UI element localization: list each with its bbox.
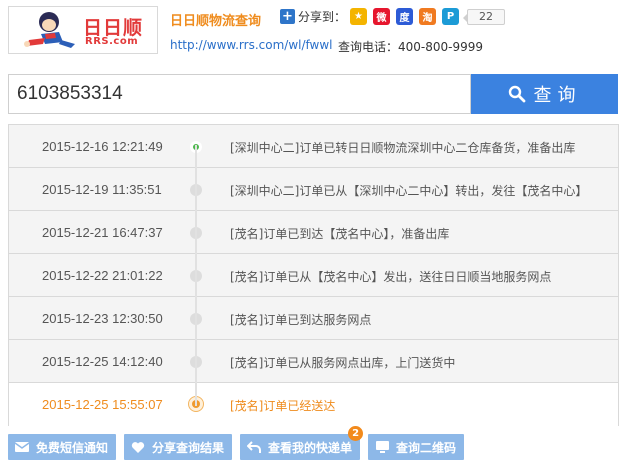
share-result-label: 分享查询结果	[152, 440, 225, 455]
timeline-time: 2015-12-22 21:01:22	[42, 268, 163, 283]
hotline-text: 查询电话：400-800-9999	[338, 40, 484, 54]
timeline-row: 2015-12-25 14:12:40 [茂名]订单已从服务网点出库，上门送货中	[9, 339, 618, 382]
timeline-time: 2015-12-25 14:12:40	[42, 354, 163, 369]
timeline-row: 2015-12-25 15:55:07 [茂名]订单已经送达	[9, 382, 618, 426]
share-bar: + 分享到： ★ 微度淘 P 22	[280, 8, 506, 25]
qrcode-button[interactable]: 查询二维码	[368, 434, 465, 460]
action-bar: 免费短信通知 分享查询结果 查看我的快递单 2 查询二维码	[8, 426, 472, 460]
timeline-time: 2015-12-25 15:55:07	[42, 397, 163, 412]
timeline-line	[195, 145, 197, 406]
timeline-row: 2015-12-16 12:21:49 [深圳中心二]订单已转日日顺物流深圳中心二…	[9, 124, 618, 167]
heart-icon	[130, 439, 146, 455]
timeline-time: 2015-12-21 16:47:37	[42, 225, 163, 240]
tracking-timeline: 2015-12-16 12:21:49 [深圳中心二]订单已转日日顺物流深圳中心二…	[8, 124, 619, 426]
sms-notify-button[interactable]: 免费短信通知	[8, 434, 117, 460]
baidu-icon[interactable]: 度	[396, 8, 414, 25]
search-button-label: 查询	[533, 85, 582, 106]
share-result-button[interactable]: 分享查询结果	[124, 434, 233, 460]
share-count[interactable]: 22	[463, 8, 506, 25]
page-title: 日日顺物流查询	[170, 14, 262, 29]
timeline-time: 2015-12-23 12:30:50	[42, 311, 163, 326]
search-button[interactable]: 查询	[471, 74, 618, 114]
back-arrow-icon	[246, 439, 262, 455]
timeline-text: [茂名]订单已从服务网点出库，上门送货中	[230, 356, 456, 370]
sms-notify-label: 免费短信通知	[36, 440, 109, 455]
share-plus-icon[interactable]: +	[280, 9, 295, 24]
logo-domain: RRS.com	[85, 36, 139, 47]
share-label: 分享到：	[298, 10, 347, 24]
tracking-number-input[interactable]	[9, 75, 470, 113]
timeline-text: [深圳中心二]订单已转日日顺物流深圳中心二仓库备货，准备出库	[230, 141, 576, 155]
timeline-row: 2015-12-23 12:30:50 [茂名]订单已到达服务网点	[9, 296, 618, 339]
timeline-time: 2015-12-16 12:21:49	[42, 139, 163, 154]
timeline-text: [茂名]订单已从【茂名中心】发出，送往日日顺当地服务网点	[230, 270, 552, 284]
timeline-row: 2015-12-19 11:35:51 [深圳中心二]订单已从【深圳中心二中心】转…	[9, 167, 618, 210]
tqq-icon[interactable]: P	[442, 8, 460, 25]
mail-icon	[14, 439, 30, 455]
my-orders-button[interactable]: 查看我的快递单 2	[240, 426, 364, 460]
timeline-time: 2015-12-19 11:35:51	[42, 182, 162, 197]
timeline-row: 2015-12-21 16:47:37 [茂名]订单已到达【茂名中心】，准备出库	[9, 210, 618, 253]
mascot-icon	[24, 12, 75, 48]
share-icon-list: ★ 微度淘 P	[350, 8, 465, 25]
qzone-icon[interactable]: ★	[350, 8, 368, 25]
weibo-icon[interactable]: 微	[373, 8, 391, 25]
my-orders-label: 查看我的快递单	[268, 440, 353, 455]
timeline-row: 2015-12-22 21:01:22 [茂名]订单已从【茂名中心】发出，送往日日…	[9, 253, 618, 296]
timeline-text: [深圳中心二]订单已从【深圳中心二中心】转出，发往【茂名中心】	[230, 184, 588, 198]
site-url-link[interactable]: http://www.rrs.com/wl/fwwl	[170, 38, 332, 52]
search-icon	[508, 85, 525, 103]
logo[interactable]: 日日顺 RRS.com	[8, 6, 158, 54]
renren-icon[interactable]: 淘	[419, 8, 437, 25]
my-orders-badge: 2	[348, 426, 364, 441]
qrcode-label: 查询二维码	[396, 440, 457, 455]
monitor-icon	[374, 439, 390, 455]
timeline-text: [茂名]订单已到达【茂名中心】，准备出库	[230, 227, 450, 241]
tracking-search-field	[8, 74, 471, 114]
timeline-text: [茂名]订单已经送达	[230, 399, 336, 413]
timeline-text: [茂名]订单已到达服务网点	[230, 313, 372, 327]
